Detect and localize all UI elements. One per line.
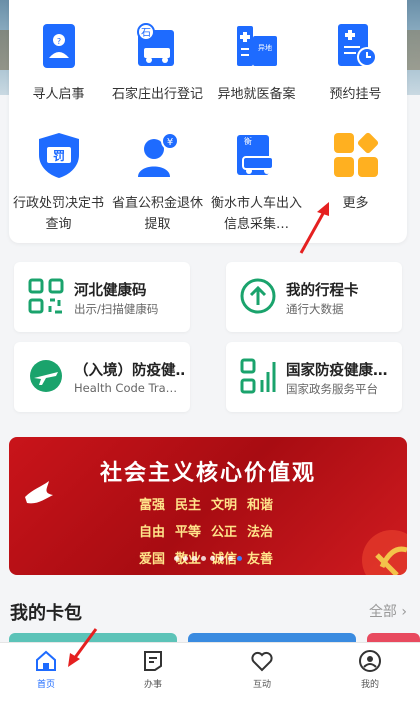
service-label: 异地就医备案 bbox=[217, 87, 296, 102]
card-title: 河北健康码 bbox=[74, 283, 147, 299]
car-registration-icon: 石 bbox=[134, 22, 182, 70]
service-vehicle-record[interactable]: 衡 衡水市人车出入信息采集… bbox=[207, 131, 306, 235]
appointment-icon bbox=[332, 22, 380, 70]
value-word: 平等 bbox=[175, 525, 202, 540]
tab-label: 我的 bbox=[360, 680, 379, 690]
tab-services[interactable]: 办事 bbox=[123, 649, 183, 690]
service-car-registration[interactable]: 石 石家庄出行登记 bbox=[108, 22, 207, 105]
svg-text:¥: ¥ bbox=[166, 137, 172, 148]
service-label: 省直公积金退休提取 bbox=[112, 196, 204, 232]
card-subtitle: 通行大数据 bbox=[286, 302, 344, 316]
view-all-label: 全部 bbox=[368, 604, 397, 620]
carousel-dot[interactable] bbox=[228, 556, 233, 561]
card-subtitle: Health Code Tra… bbox=[74, 381, 178, 395]
national-health-card[interactable]: 国家防疫健康… 国家政务服务平台 bbox=[226, 342, 402, 412]
card-title: 我的行程卡 bbox=[286, 283, 359, 299]
service-label: 衡水市人车出入信息采集… bbox=[211, 196, 303, 232]
value-word: 和谐 bbox=[247, 498, 274, 513]
carousel-dots[interactable] bbox=[9, 546, 407, 565]
arrow-up-circle-icon bbox=[240, 278, 276, 314]
service-appointment[interactable]: 预约挂号 bbox=[306, 22, 405, 105]
chevron-right-icon: › bbox=[401, 604, 407, 620]
card-subtitle: 国家政务服务平台 bbox=[286, 382, 378, 396]
service-label: 寻人启事 bbox=[32, 87, 85, 102]
svg-text:?: ? bbox=[56, 37, 60, 46]
core-values-banner[interactable]: 社会主义核心价值观 富强 民主 文明 和谐 自由 平等 公正 法治 爱国 敬业 诚信 友善 bbox=[9, 437, 407, 575]
tab-label: 互动 bbox=[252, 680, 271, 690]
service-penalty-query[interactable]: 罚 行政处罚决定书查询 bbox=[9, 131, 108, 235]
tab-profile[interactable]: 我的 bbox=[340, 649, 400, 690]
stats-icon bbox=[240, 358, 276, 394]
home-icon bbox=[34, 649, 58, 673]
tab-label: 首页 bbox=[36, 680, 55, 690]
carousel-dot[interactable] bbox=[210, 556, 215, 561]
service-hospital[interactable]: 异地 异地就医备案 bbox=[207, 22, 306, 105]
itinerary-card[interactable]: 我的行程卡 通行大数据 bbox=[226, 262, 402, 332]
value-word: 法治 bbox=[247, 525, 274, 540]
service-person-search[interactable]: ? 寻人启事 bbox=[9, 22, 108, 105]
tab-label: 办事 bbox=[143, 680, 162, 690]
vehicle-record-icon: 衡 bbox=[233, 131, 281, 179]
heart-icon bbox=[250, 649, 274, 673]
card-title: 国家防疫健康… bbox=[286, 363, 388, 379]
svg-text:罚: 罚 bbox=[52, 149, 64, 163]
service-fund-withdraw[interactable]: ¥ 省直公积金退休提取 bbox=[108, 131, 207, 235]
svg-text:石: 石 bbox=[141, 28, 151, 39]
health-code-card[interactable]: 河北健康码 出示/扫描健康码 bbox=[14, 262, 190, 332]
person-search-icon: ? bbox=[35, 22, 83, 70]
wallet-title: 我的卡包 bbox=[10, 603, 82, 624]
tab-interact[interactable]: 互动 bbox=[232, 649, 292, 690]
hospital-icon: 异地 bbox=[233, 22, 281, 70]
service-label: 预约挂号 bbox=[329, 87, 382, 102]
svg-text:异地: 异地 bbox=[258, 43, 272, 52]
penalty-shield-icon: 罚 bbox=[35, 131, 83, 179]
value-word: 公正 bbox=[211, 525, 238, 540]
service-label: 行政处罚决定书查询 bbox=[13, 196, 105, 232]
carousel-dot[interactable] bbox=[201, 556, 206, 561]
service-label: 石家庄出行登记 bbox=[112, 87, 204, 102]
more-grid-icon bbox=[332, 131, 380, 179]
card-subtitle: 出示/扫描健康码 bbox=[74, 302, 159, 316]
carousel-dot[interactable] bbox=[237, 556, 242, 561]
wallet-view-all[interactable]: 全部 › bbox=[369, 601, 407, 621]
fund-withdraw-icon: ¥ bbox=[134, 131, 182, 179]
annotation-arrow-icon bbox=[68, 628, 98, 667]
value-word: 富强 bbox=[139, 498, 166, 513]
svg-text:衡: 衡 bbox=[244, 136, 252, 146]
value-word: 文明 bbox=[211, 498, 238, 513]
value-word: 自由 bbox=[139, 525, 166, 540]
airplane-icon bbox=[28, 358, 64, 394]
user-icon bbox=[358, 649, 382, 673]
document-icon bbox=[141, 649, 165, 673]
carousel-dot[interactable] bbox=[219, 556, 224, 561]
qr-code-icon bbox=[28, 278, 64, 314]
carousel-dot[interactable] bbox=[174, 556, 179, 561]
annotation-arrow-icon bbox=[299, 202, 329, 254]
banner-title: 社会主义核心价值观 bbox=[99, 461, 316, 486]
entry-health-card[interactable]: （入境）防疫健… Health Code Tra… bbox=[14, 342, 190, 412]
carousel-dot[interactable] bbox=[192, 556, 197, 561]
service-grid: ? 寻人启事 石 石家庄出行登记 异地 异地就医备案 预约挂号 罚 行政处罚决定… bbox=[9, 0, 407, 243]
carousel-dot[interactable] bbox=[183, 556, 188, 561]
value-word: 民主 bbox=[175, 498, 202, 513]
card-title: （入境）防疫健… bbox=[74, 363, 184, 379]
